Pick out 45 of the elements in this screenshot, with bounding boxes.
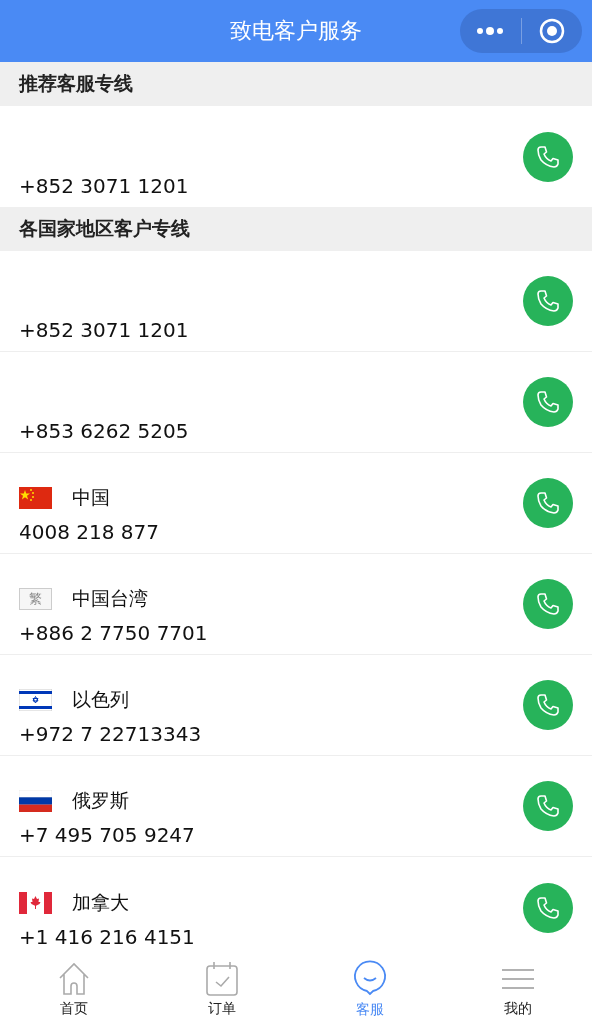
phone-icon xyxy=(535,143,561,170)
tab-item[interactable]: 首页 xyxy=(0,954,148,1024)
tab-item[interactable]: 我的 xyxy=(444,954,592,1024)
phone-icon xyxy=(535,288,561,314)
country-name: 中国 xyxy=(72,485,110,510)
phone-icon xyxy=(535,389,561,415)
phone-number: +972 7 22713343 xyxy=(19,722,203,746)
phone-icon xyxy=(535,894,561,921)
call-button[interactable] xyxy=(523,579,573,629)
call-button[interactable] xyxy=(523,131,573,182)
country-name: 俄罗斯 xyxy=(72,788,129,813)
country-name: 加拿大 xyxy=(72,889,129,915)
flag-icon xyxy=(19,487,52,509)
tab-item[interactable]: 客服 xyxy=(296,954,444,1024)
section-header: 各国家地区客户专线 xyxy=(0,207,592,251)
tab-item[interactable]: 订单 xyxy=(148,954,296,1024)
call-button[interactable] xyxy=(523,276,573,326)
phone-number: 4008 218 877 xyxy=(19,520,160,544)
page-title: 致电客户服务 xyxy=(230,17,362,45)
flag-icon xyxy=(19,891,52,914)
section-header: 推荐客服专线 xyxy=(0,62,592,106)
phone-icon xyxy=(535,591,561,617)
calendar-check-icon xyxy=(205,960,239,997)
call-button[interactable] xyxy=(523,680,573,730)
call-button[interactable] xyxy=(523,377,573,427)
phone-number: +886 2 7750 7701 xyxy=(19,621,209,645)
more-icon[interactable] xyxy=(475,26,506,36)
country-name: 中国台湾 xyxy=(72,586,148,611)
call-button[interactable] xyxy=(523,882,573,933)
flag-icon xyxy=(19,790,52,812)
phone-icon xyxy=(535,490,561,516)
country-name: 以色列 xyxy=(72,687,129,712)
phone-number: +7 495 705 9247 xyxy=(19,823,196,847)
close-target-icon[interactable] xyxy=(538,18,565,44)
flag-icon xyxy=(19,689,52,711)
phone-icon xyxy=(535,692,561,718)
flag-icon: 繁 xyxy=(19,588,52,610)
phone-number: +852 3071 1201 xyxy=(19,173,190,198)
phone-number: +852 3071 1201 xyxy=(19,318,190,342)
call-button[interactable] xyxy=(523,781,573,831)
call-button[interactable] xyxy=(523,478,573,528)
phone-number: +1 416 216 4151 xyxy=(19,924,196,949)
phone-icon xyxy=(535,793,561,819)
chat-smile-icon xyxy=(352,959,388,998)
phone-number: +853 6262 5205 xyxy=(19,419,190,443)
